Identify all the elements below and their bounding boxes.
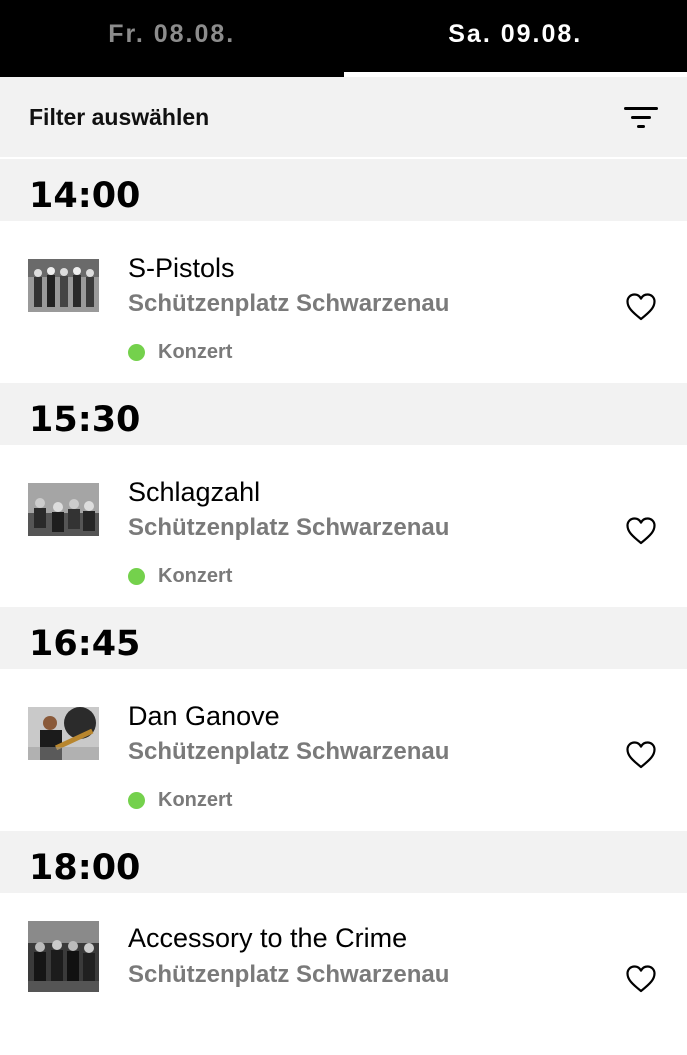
event-thumbnail xyxy=(28,921,99,992)
event-venue: Schützenplatz Schwarzenau xyxy=(128,961,449,989)
event-title: Dan Ganove xyxy=(128,701,280,732)
category-dot xyxy=(128,568,145,585)
time-header: 15:30 xyxy=(0,383,687,445)
category-dot xyxy=(128,792,145,809)
time-header: 16:45 xyxy=(0,607,687,669)
tab-friday[interactable]: Fr. 08.08. xyxy=(0,0,344,77)
tab-saturday[interactable]: Sa. 09.08. xyxy=(344,0,687,77)
event-card[interactable]: S-Pistols Schützenplatz Schwarzenau Konz… xyxy=(0,221,687,383)
event-card[interactable]: Accessory to the Crime Schützenplatz Sch… xyxy=(0,893,687,1055)
filter-label: Filter auswählen xyxy=(29,104,209,131)
time-section: 15:30 Schlagzahl Schützenplatz Schwarzen… xyxy=(0,383,687,607)
favorite-heart-icon[interactable] xyxy=(626,965,656,993)
event-venue: Schützenplatz Schwarzenau xyxy=(128,290,449,318)
event-venue: Schützenplatz Schwarzenau xyxy=(128,514,449,542)
category-label: Konzert xyxy=(158,789,232,812)
event-thumbnail xyxy=(28,707,99,760)
event-title: Schlagzahl xyxy=(128,477,260,508)
event-category: Konzert xyxy=(128,341,232,364)
favorite-heart-icon[interactable] xyxy=(626,293,656,321)
event-venue: Schützenplatz Schwarzenau xyxy=(128,738,449,766)
time-section: 18:00 Accessory to the Crime Schützenpla… xyxy=(0,831,687,1055)
time-section: 14:00 S-Pistols Schützenplatz Schwarzena… xyxy=(0,159,687,383)
category-label: Konzert xyxy=(158,341,232,364)
event-category: Konzert xyxy=(128,789,232,812)
time-header: 14:00 xyxy=(0,159,687,221)
event-card[interactable]: Schlagzahl Schützenplatz Schwarzenau Kon… xyxy=(0,445,687,607)
active-tab-indicator xyxy=(344,72,687,77)
favorite-heart-icon[interactable] xyxy=(626,517,656,545)
filter-bar[interactable]: Filter auswählen xyxy=(0,77,687,159)
filter-icon[interactable] xyxy=(624,105,658,129)
event-thumbnail xyxy=(28,259,99,312)
favorite-heart-icon[interactable] xyxy=(626,741,656,769)
date-tabs: Fr. 08.08. Sa. 09.08. xyxy=(0,0,687,77)
event-title: S-Pistols xyxy=(128,253,235,284)
category-label: Konzert xyxy=(158,565,232,588)
category-dot xyxy=(128,344,145,361)
event-title: Accessory to the Crime xyxy=(128,923,407,954)
time-section: 16:45 Dan Ganove Schützenplatz Schwarzen… xyxy=(0,607,687,831)
event-thumbnail xyxy=(28,483,99,536)
event-card[interactable]: Dan Ganove Schützenplatz Schwarzenau Kon… xyxy=(0,669,687,831)
time-header: 18:00 xyxy=(0,831,687,893)
event-category: Konzert xyxy=(128,565,232,588)
